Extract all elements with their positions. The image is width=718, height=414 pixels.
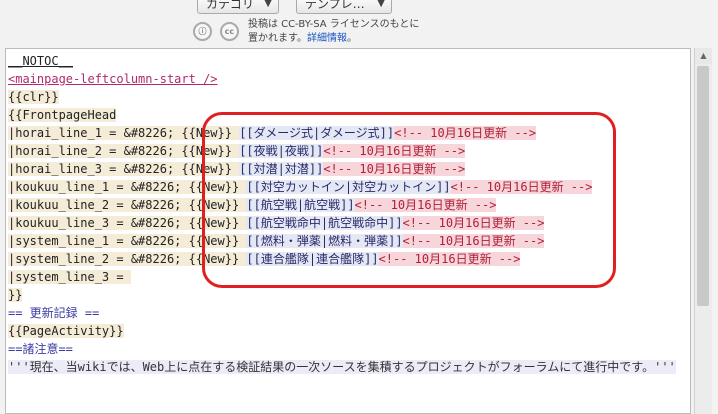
scrollbar-thumb[interactable] xyxy=(697,66,709,306)
editor-line[interactable]: {{clr}} xyxy=(8,88,690,106)
template-parameter: |system_line_3 = xyxy=(8,270,131,284)
template-parameter: |koukuu_line_2 = &#8226; {{New}} xyxy=(8,198,247,212)
license-line-2-text: 置かれます。 xyxy=(248,33,307,44)
template-parameter: |system_line_2 = &#8226; {{New}} xyxy=(8,252,247,266)
wiki-link: [[ダメージ式|ダメージ式]] xyxy=(239,126,395,140)
editor-line[interactable]: __NOTOC__ xyxy=(8,52,690,70)
editor-line[interactable]: |system_line_2 = &#8226; {{New}} [[連合艦隊|… xyxy=(8,250,690,268)
editor-line[interactable]: |horai_line_2 = &#8226; {{New}} [[夜戦|夜戦]… xyxy=(8,142,690,160)
creative-commons-icon: cc xyxy=(219,22,239,41)
wikitext-segment: ==諸注意== xyxy=(8,342,73,356)
editor-line[interactable]: |system_line_1 = &#8226; {{New}} [[燃料・弾薬… xyxy=(8,232,690,250)
html-comment: <!-- 10月16日更新 --> xyxy=(450,180,593,194)
scroll-up-icon[interactable]: ▲ xyxy=(695,48,712,64)
wikitext-segment: __NOTOC__ xyxy=(8,54,74,68)
wikitext-segment: {{PageActivity}} xyxy=(8,324,124,338)
editor-scrollbar[interactable]: ▲ xyxy=(694,48,712,414)
license-line-2-end: 。 xyxy=(347,33,357,44)
html-comment: <!-- 10月16日更新 --> xyxy=(323,144,466,158)
category-select[interactable]: カテゴリ ▼ xyxy=(197,0,279,14)
template-parameter: |koukuu_line_3 = &#8226; {{New}} xyxy=(8,216,247,230)
wiki-link: [[航空戦|航空戦]] xyxy=(246,198,355,212)
wiki-link: [[燃料・弾薬|燃料・弾薬]] xyxy=(246,234,403,248)
html-comment: <!-- 10月16日更新 --> xyxy=(378,252,521,266)
attribution-icon: ⓘ xyxy=(193,22,212,41)
wikitext-segment: <mainpage-leftcolumn-start /> xyxy=(8,72,218,86)
editor-line[interactable]: |horai_line_3 = &#8226; {{New}} [[対潜|対潜]… xyxy=(8,160,690,178)
html-comment: <!-- 10月16日更新 --> xyxy=(354,198,497,212)
wiki-link: [[対潜|対潜]] xyxy=(239,162,324,176)
editor-line[interactable]: == 更新記録 == xyxy=(8,304,690,322)
template-parameter: |system_line_1 = &#8226; {{New}} xyxy=(8,234,247,248)
chevron-down-icon: ▼ xyxy=(377,0,385,9)
html-comment: <!-- 10月16日更新 --> xyxy=(402,234,545,248)
license-line-1: 投稿は CC-BY-SA ライセンスのもとに xyxy=(248,19,420,30)
wiki-link: [[連合艦隊|連合艦隊]] xyxy=(246,252,379,266)
editor-line[interactable]: }} xyxy=(8,286,690,304)
html-comment: <!-- 10月16日更新 --> xyxy=(323,162,466,176)
template-parameter: |koukuu_line_1 = &#8226; {{New}} xyxy=(8,180,247,194)
wiki-link: [[航空戦命中|航空戦命中]] xyxy=(246,216,403,230)
editor-line[interactable]: |horai_line_1 = &#8226; {{New}} [[ダメージ式|… xyxy=(8,124,690,142)
wikitext-segment: {{clr}} xyxy=(8,90,59,104)
edit-toolbar: カテゴリ ▼ テンプレ… ▼ ⓘ cc 投稿は CC-BY-SA ライセンスのも… xyxy=(0,0,718,48)
wikitext-editor[interactable]: __NOTOC__ <mainpage-leftcolumn-start /> {{… xyxy=(5,48,691,414)
wikitext-segment: }} xyxy=(8,288,23,302)
template-select[interactable]: テンプレ… ▼ xyxy=(296,0,392,14)
editor-line[interactable]: {{FrontpageHead xyxy=(8,106,690,124)
chevron-down-icon: ▼ xyxy=(264,0,272,9)
category-select-value: カテゴリ xyxy=(206,0,255,11)
template-parameter: |horai_line_3 = &#8226; {{New}} xyxy=(8,162,240,176)
license-details-link[interactable]: 詳細情報 xyxy=(307,33,347,44)
license-line-2: 置かれます。詳細情報。 xyxy=(248,32,419,46)
license-icons: ⓘ cc xyxy=(193,22,243,41)
editor-line[interactable]: <mainpage-leftcolumn-start /> xyxy=(8,70,690,88)
wikitext-segment: == 更新記録 == xyxy=(8,306,100,320)
editor-line[interactable]: {{PageActivity}} xyxy=(8,322,690,340)
editor-line[interactable]: |koukuu_line_1 = &#8226; {{New}} [[対空カット… xyxy=(8,178,690,196)
license-notice: 投稿は CC-BY-SA ライセンスのもとに 置かれます。詳細情報。 xyxy=(248,18,419,46)
wiki-link: [[夜戦|夜戦]] xyxy=(239,144,324,158)
html-comment: <!-- 10月16日更新 --> xyxy=(394,126,537,140)
editor-lines: __NOTOC__ <mainpage-leftcolumn-start /> {{… xyxy=(6,49,690,394)
editor-line[interactable]: |system_line_3 = xyxy=(8,268,690,286)
wikitext-segment: '''現在、当wikiでは、Web上に点在する検証結果の一次ソースを集積するプロ… xyxy=(8,360,676,374)
editor-line[interactable]: '''現在、当wikiでは、Web上に点在する検証結果の一次ソースを集積するプロ… xyxy=(8,358,690,394)
editor-line[interactable]: |koukuu_line_3 = &#8226; {{New}} [[航空戦命中… xyxy=(8,214,690,232)
template-select-value: テンプレ… xyxy=(305,0,365,11)
wiki-link: [[対空カットイン|対空カットイン]] xyxy=(246,180,451,194)
editor-line[interactable]: ==諸注意== xyxy=(8,340,690,358)
template-parameter: |horai_line_1 = &#8226; {{New}} xyxy=(8,126,240,140)
wikitext-segment: {{FrontpageHead xyxy=(8,108,117,122)
editor-line[interactable]: |koukuu_line_2 = &#8226; {{New}} [[航空戦|航… xyxy=(8,196,690,214)
html-comment: <!-- 10月16日更新 --> xyxy=(402,216,545,230)
template-parameter: |horai_line_2 = &#8226; {{New}} xyxy=(8,144,240,158)
